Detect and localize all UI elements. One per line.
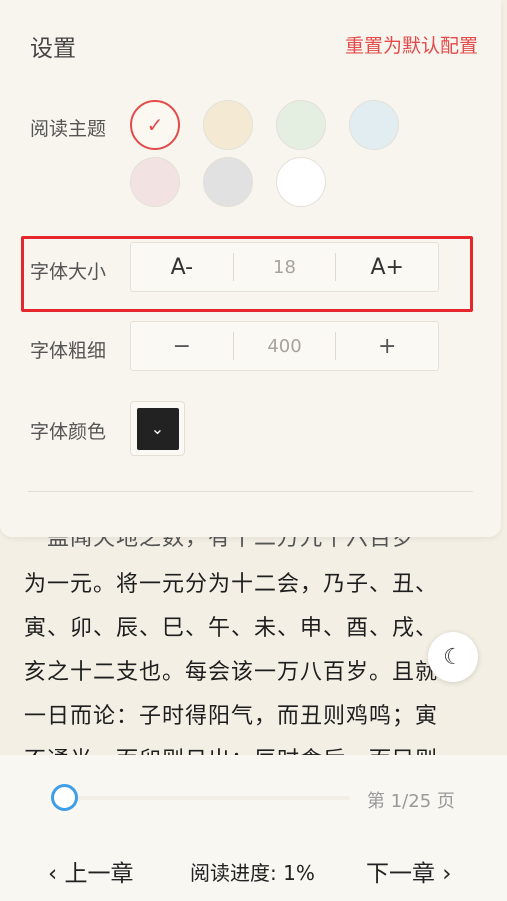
- panel-divider: [28, 491, 473, 492]
- reader-line: 不通光，而卯则日出；辰时食后，而巳则: [24, 742, 484, 755]
- reader-line: 一日而论：子时得阳气，而丑则鸡鸣；寅: [24, 704, 439, 729]
- font-weight-label: 字体粗细: [30, 340, 107, 362]
- progress-slider-thumb[interactable]: [51, 784, 78, 811]
- settings-panel: 设置 重置为默认配置 阅读主题 ✓ 字体大小 A- 18 A+ 字体粗细 − 4…: [0, 0, 501, 537]
- prev-chapter-button[interactable]: ‹ 上一章: [48, 854, 134, 888]
- font-color-swatch: ⌄: [136, 407, 179, 450]
- next-chapter-button[interactable]: 下一章 ›: [366, 854, 452, 888]
- theme-swatch[interactable]: [130, 157, 180, 207]
- theme-swatch[interactable]: [276, 157, 326, 207]
- reader-line: 寅、卯、辰、巳、午、未、申、酉、戌、: [24, 616, 439, 641]
- progress-slider-track[interactable]: [64, 796, 350, 800]
- theme-swatch[interactable]: [276, 100, 326, 150]
- font-weight-value: 400: [234, 322, 336, 370]
- minus-icon: −: [172, 333, 192, 359]
- theme-label: 阅读主题: [30, 118, 107, 140]
- font-weight-decrease-button[interactable]: −: [131, 322, 233, 370]
- font-color-label: 字体颜色: [30, 421, 107, 443]
- reader-line: 为一元。将一元分为十二会，乃子、丑、: [24, 572, 439, 597]
- plus-icon: +: [377, 333, 397, 359]
- page-indicator: 第 1/25 页: [367, 791, 455, 812]
- reader-line: 亥之十二支也。每会该一万八百岁。且就: [24, 660, 439, 685]
- check-icon: ✓: [146, 113, 164, 137]
- theme-swatch[interactable]: [203, 157, 253, 207]
- reset-defaults-button[interactable]: 重置为默认配置: [345, 31, 478, 58]
- font-color-picker[interactable]: ⌄: [130, 401, 185, 456]
- theme-swatch[interactable]: [203, 100, 253, 150]
- theme-swatch[interactable]: [349, 100, 399, 150]
- reading-progress: 阅读进度: 1%: [190, 861, 315, 885]
- panel-title: 设置: [30, 36, 76, 62]
- font-weight-increase-button[interactable]: +: [336, 322, 438, 370]
- reader-content: 盖闻天地之数，有十二万九千六百岁 为一元。将一元分为十二会，乃子、丑、 寅、卯、…: [0, 510, 507, 755]
- chevron-down-icon: ⌄: [150, 419, 165, 438]
- theme-swatch[interactable]: ✓: [130, 100, 180, 150]
- night-mode-button[interactable]: ☾: [428, 632, 478, 682]
- font-weight-value-text: 400: [267, 335, 302, 357]
- highlight-box: [21, 236, 473, 312]
- moon-icon: ☾: [443, 644, 463, 670]
- font-weight-stepper: − 400 +: [130, 321, 439, 371]
